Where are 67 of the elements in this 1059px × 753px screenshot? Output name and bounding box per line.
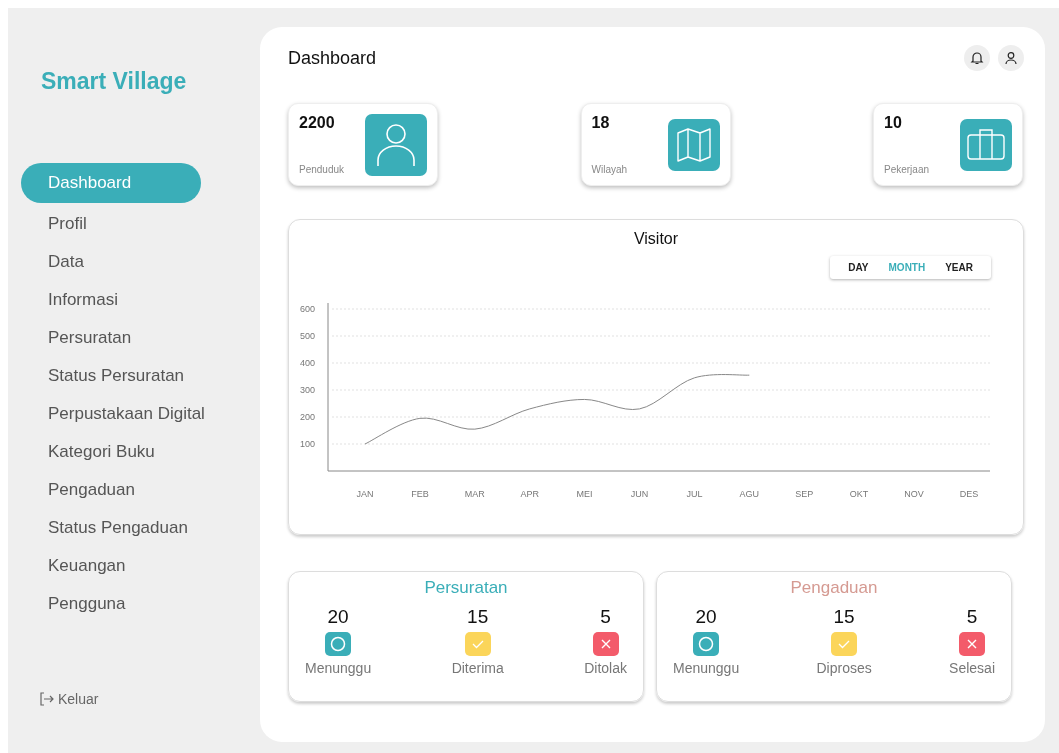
axis-tick-label: OKT xyxy=(849,489,869,499)
notification-button[interactable] xyxy=(964,45,990,71)
logout-link[interactable]: Keluar xyxy=(40,691,99,707)
stat-value: 10 xyxy=(884,114,903,132)
axis-tick-label: 300 xyxy=(300,385,316,395)
axis-tick-label: 200 xyxy=(300,412,316,422)
status-count: 20 xyxy=(327,606,349,628)
range-tab[interactable]: YEAR xyxy=(937,258,981,277)
axis-tick-label: MEI xyxy=(576,489,593,499)
axis-tick-label: AGU xyxy=(739,489,760,499)
person-icon xyxy=(365,113,427,176)
status-label: Selesai xyxy=(949,660,995,676)
axis-tick-label: 500 xyxy=(300,331,316,341)
axis-tick-label: JUN xyxy=(630,489,649,499)
sidebar-item[interactable]: Informasi xyxy=(21,281,145,319)
logout-icon xyxy=(40,692,54,706)
page-title: Dashboard xyxy=(288,47,377,69)
axis-tick-label: APR xyxy=(520,489,539,499)
sidebar-item[interactable]: Profil xyxy=(21,205,114,243)
cross-icon xyxy=(592,632,619,656)
sidebar-item[interactable]: Keuangan xyxy=(21,547,153,585)
status-count: 5 xyxy=(966,606,978,628)
check-icon xyxy=(464,632,491,656)
sidebar-item[interactable]: Perpustakaan Digital xyxy=(21,395,232,433)
status-label: Menunggu xyxy=(305,660,372,676)
bell-icon xyxy=(970,51,984,65)
status-label: Diterima xyxy=(451,660,504,676)
status-count: 20 xyxy=(695,606,717,628)
sidebar-item[interactable]: Data xyxy=(21,243,111,281)
sidebar-item[interactable]: Pengguna xyxy=(21,585,153,623)
axis-tick-label: SEP xyxy=(795,489,814,499)
status-count: 15 xyxy=(833,606,855,628)
check-icon xyxy=(831,632,858,656)
user-icon xyxy=(1004,51,1018,65)
panel-title: Persuratan xyxy=(423,578,509,598)
stat-label: Penduduk xyxy=(299,164,345,175)
panel-title: Pengaduan xyxy=(789,578,879,598)
axis-tick-label: NOV xyxy=(904,489,924,499)
axis-tick-label: MAR xyxy=(464,489,485,499)
stat-value: 2200 xyxy=(299,114,336,132)
axis-tick-label: 400 xyxy=(300,358,316,368)
axis-tick-label: 100 xyxy=(300,439,316,449)
status-label: Diproses xyxy=(816,660,872,676)
sidebar-item[interactable]: Status Persuratan xyxy=(21,357,212,395)
cross-icon xyxy=(959,632,986,656)
status-label: Menunggu xyxy=(673,660,740,676)
sidebar-item[interactable]: Persuratan xyxy=(21,319,159,357)
sidebar-item[interactable]: Kategori Buku xyxy=(21,433,182,471)
axis-tick-label: 600 xyxy=(300,304,316,314)
stat-value: 18 xyxy=(591,114,611,132)
app-logo-text: Smart Village xyxy=(41,68,188,95)
axis-tick-label: JUL xyxy=(686,489,703,499)
axis-tick-label: DES xyxy=(959,489,979,499)
status-label: Ditolak xyxy=(584,660,627,676)
sidebar-item[interactable]: Status Pengaduan xyxy=(21,509,215,547)
axis-tick-label: FEB xyxy=(411,489,429,499)
map-icon xyxy=(667,118,720,171)
axis-tick-label: JAN xyxy=(356,489,374,499)
status-count: 15 xyxy=(467,606,489,628)
briefcase-icon xyxy=(960,118,1012,171)
profile-button[interactable] xyxy=(998,45,1024,71)
stat-label: Pekerjaan xyxy=(884,164,930,175)
sidebar-item[interactable]: Pengaduan xyxy=(21,471,162,509)
stat-label: Wilayah xyxy=(591,164,628,175)
status-count: 5 xyxy=(600,606,611,628)
chart-title: Visitor xyxy=(632,230,680,248)
range-tab[interactable]: DAY xyxy=(840,258,877,277)
